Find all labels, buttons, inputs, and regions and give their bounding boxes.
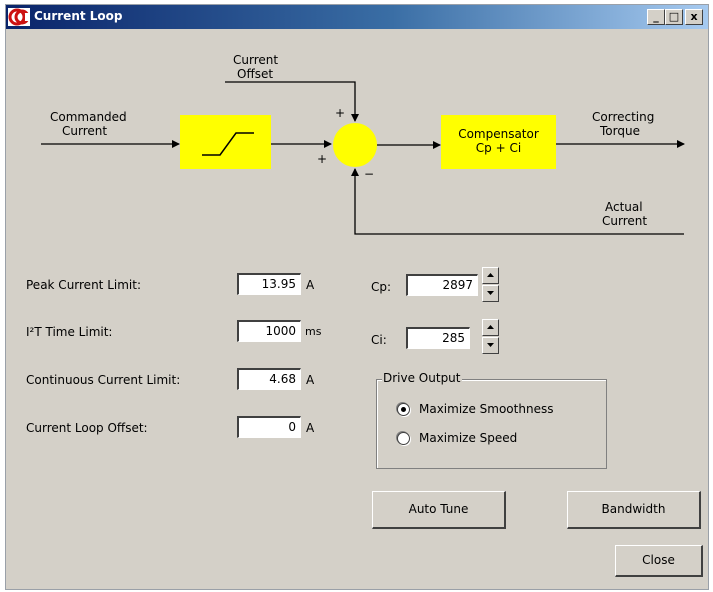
ci-label: Ci: (371, 333, 387, 347)
drive-output-group (376, 379, 607, 469)
i2t-time-limit-label: I²T Time Limit: (26, 325, 113, 339)
arrow-down-icon (487, 291, 494, 295)
auto-tune-button[interactable]: Auto Tune (372, 491, 506, 529)
cp-input[interactable]: 2897 (406, 274, 478, 296)
commanded-current-label-line2: Current (62, 124, 108, 138)
current-loop-offset-unit: A (306, 421, 315, 435)
summing-junction (333, 123, 377, 167)
ci-decrement-button[interactable] (482, 337, 499, 354)
bandwidth-button[interactable]: Bandwidth (567, 491, 701, 529)
continuous-current-limit-input[interactable]: 4.68 (237, 368, 301, 390)
compensator-label-line1: Compensator (458, 127, 539, 141)
peak-current-limit-input[interactable]: 13.95 (237, 273, 301, 295)
i2t-time-unit: ms (305, 325, 322, 338)
maximize-speed-label[interactable]: Maximize Speed (419, 431, 517, 445)
continuous-current-unit: A (306, 373, 315, 387)
current-loop-window: Current Loop _ □ x Current Offset Comman… (5, 4, 709, 590)
commanded-current-label-line1: Commanded (50, 110, 127, 124)
minus-sign-bottom: − (364, 167, 375, 181)
correcting-torque-label-line2: Torque (600, 124, 640, 138)
limiter-block (180, 115, 271, 169)
current-offset-label-line2: Offset (237, 67, 274, 81)
compensator-label-line2: Cp + Ci (475, 141, 522, 155)
continuous-current-limit-label: Continuous Current Limit: (26, 373, 181, 387)
drive-output-group-title: Drive Output (382, 371, 462, 385)
maximize-smoothness-label[interactable]: Maximize Smoothness (419, 402, 553, 416)
maximize-smoothness-radio[interactable] (397, 403, 410, 416)
cp-label: Cp: (371, 280, 392, 294)
maximize-speed-radio[interactable] (397, 432, 410, 445)
arrow-up-icon (487, 273, 494, 277)
correcting-torque-label-line1: Correcting (592, 110, 655, 124)
current-loop-offset-input[interactable]: 0 (237, 416, 301, 438)
cp-decrement-button[interactable] (482, 285, 499, 302)
close-button[interactable]: Close (615, 545, 703, 577)
cp-increment-button[interactable] (482, 267, 499, 284)
plus-sign-top: + (335, 106, 346, 120)
peak-current-limit-label: Peak Current Limit: (26, 278, 141, 292)
current-offset-label-line1: Current (233, 53, 279, 67)
radio-selected-dot (401, 407, 406, 412)
i2t-time-limit-input[interactable]: 1000 (237, 320, 301, 342)
peak-current-unit: A (306, 278, 315, 292)
arrow-up-icon (487, 325, 494, 329)
ci-increment-button[interactable] (482, 319, 499, 336)
ci-input[interactable]: 285 (406, 327, 470, 349)
arrow-down-icon (487, 343, 494, 347)
plus-sign-left: + (317, 152, 328, 166)
actual-current-label-line2: Current (602, 214, 648, 228)
current-loop-offset-label: Current Loop Offset: (26, 421, 148, 435)
actual-current-label-line1: Actual (605, 200, 643, 214)
